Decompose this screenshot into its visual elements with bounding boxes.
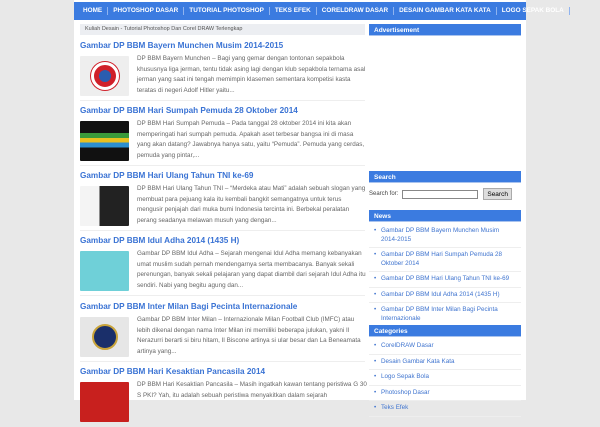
post-thumbnail[interactable]	[80, 251, 129, 291]
categories-list: CorelDRAW Dasar Desain Gambar Kata Kata …	[369, 339, 521, 417]
nav-teks-efek[interactable]: TEKS EFEK	[270, 7, 317, 15]
breadcrumb: Kuliah Desain - Tutorial Photoshop Dan C…	[80, 24, 365, 35]
post-title[interactable]: Gambar DP BBM Hari Ulang Tahun TNI ke-69	[80, 171, 365, 180]
post-excerpt: Gambar DP BBM Idul Adha – Sejarah mengen…	[137, 250, 366, 289]
top-nav: HOME PHOTOSHOP DASAR TUTORIAL PHOTOSHOP …	[74, 2, 570, 20]
news-list: Gambar DP BBM Bayern Munchen Musim 2014-…	[369, 224, 521, 327]
post-item: Gambar DP BBM Hari Kesaktian Pancasila 2…	[80, 362, 367, 427]
nav-logo-sepak-bola[interactable]: LOGO SEPAK BOLA	[497, 7, 570, 15]
nav-tutorial-photoshop[interactable]: TUTORIAL PHOTOSHOP	[184, 7, 270, 15]
search-label: Search for:	[369, 191, 399, 197]
search-form: Search for: Search	[369, 188, 512, 200]
post-thumbnail[interactable]	[80, 121, 129, 161]
nav-coreldraw-dasar[interactable]: CORELDRAW DASAR	[317, 7, 395, 15]
post-thumbnail[interactable]	[80, 317, 129, 357]
nav-desain-gambar[interactable]: DESAIN GAMBAR KATA KATA	[394, 7, 497, 15]
nav-photoshop-dasar[interactable]: PHOTOSHOP DASAR	[108, 7, 185, 15]
post-excerpt: DP BBM Bayern Munchen – Bagi yang gemar …	[137, 55, 366, 94]
category-item[interactable]: Teks Efek	[369, 401, 521, 417]
news-item[interactable]: Gambar DP BBM Hari Sumpah Pemuda 28 Okto…	[369, 248, 521, 272]
post-excerpt: DP BBM Hari Sumpah Pemuda – Pada tanggal…	[137, 120, 365, 159]
category-item[interactable]: CorelDRAW Dasar	[369, 339, 521, 355]
post-item: Gambar DP BBM Inter Milan Bagi Pecinta I…	[80, 297, 365, 362]
nav-home[interactable]: HOME	[78, 7, 109, 15]
post-item: Gambar DP BBM Idul Adha 2014 (1435 H) Ga…	[80, 231, 366, 296]
post-excerpt: DP BBM Hari Kesaktian Pancasila – Masih …	[137, 381, 367, 399]
post-thumbnail[interactable]	[80, 382, 129, 422]
news-item[interactable]: Gambar DP BBM Bayern Munchen Musim 2014-…	[369, 224, 521, 248]
news-item[interactable]: Gambar DP BBM Inter Milan Bagi Pecinta I…	[369, 303, 521, 327]
category-item[interactable]: Photoshop Dasar	[369, 386, 521, 401]
search-input[interactable]	[402, 189, 479, 199]
categories-header: Categories	[369, 325, 521, 337]
search-button[interactable]: Search	[483, 188, 512, 200]
page: HOME PHOTOSHOP DASAR TUTORIAL PHOTOSHOP …	[74, 0, 570, 422]
post-excerpt: Gambar DP BBM Inter Milan – Internaziona…	[137, 316, 361, 355]
post-title[interactable]: Gambar DP BBM Inter Milan Bagi Pecinta I…	[80, 302, 365, 311]
post-item: Gambar DP BBM Hari Sumpah Pemuda 28 Okto…	[80, 101, 365, 166]
search-header: Search	[369, 171, 521, 183]
news-item[interactable]: Gambar DP BBM Idul Adha 2014 (1435 H)	[369, 288, 521, 303]
post-item: Gambar DP BBM Bayern Munchen Musim 2014-…	[80, 36, 365, 101]
category-item[interactable]: Desain Gambar Kata Kata	[369, 355, 521, 370]
category-item[interactable]: Logo Sepak Bola	[369, 370, 521, 386]
post-title[interactable]: Gambar DP BBM Bayern Munchen Musim 2014-…	[80, 41, 365, 50]
news-item[interactable]: Gambar DP BBM Hari Ulang Tahun TNI ke-69	[369, 272, 521, 288]
post-excerpt: DP BBM Hari Ulang Tahun TNI – “Merdeka a…	[137, 185, 366, 224]
post-title[interactable]: Gambar DP BBM Hari Kesaktian Pancasila 2…	[80, 367, 365, 376]
post-item: Gambar DP BBM Hari Ulang Tahun TNI ke-69…	[80, 166, 365, 231]
post-thumbnail[interactable]	[80, 56, 129, 96]
advertisement-header: Advertisement	[369, 24, 521, 36]
post-title[interactable]: Gambar DP BBM Hari Sumpah Pemuda 28 Okto…	[80, 106, 365, 115]
post-thumbnail[interactable]	[80, 186, 129, 226]
post-title[interactable]: Gambar DP BBM Idul Adha 2014 (1435 H)	[80, 236, 365, 245]
news-header: News	[369, 210, 521, 222]
